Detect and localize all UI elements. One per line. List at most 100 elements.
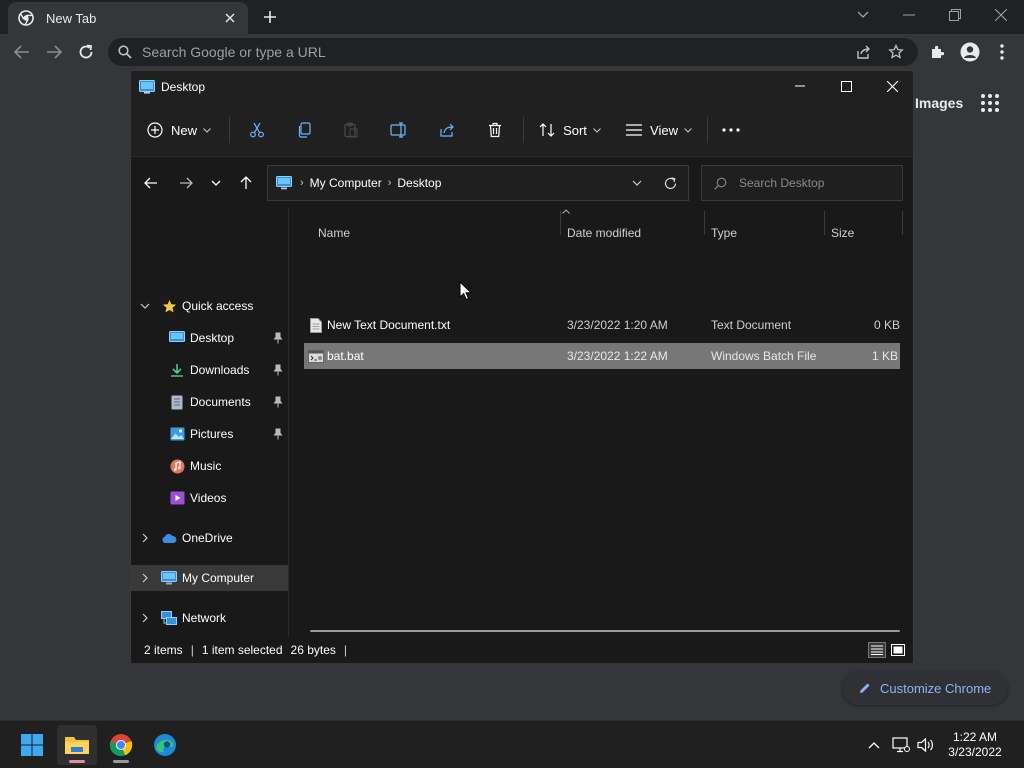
computer-icon [161, 570, 177, 586]
more-vertical-icon [1000, 44, 1004, 60]
chevron-right-icon[interactable] [139, 532, 151, 544]
reload-icon [79, 44, 93, 59]
tab-close-icon[interactable] [222, 10, 238, 26]
column-divider[interactable] [902, 211, 903, 235]
share-icon [440, 123, 454, 137]
file-row[interactable]: bat.bat 3/23/2022 1:22 AM Windows Batch … [304, 343, 900, 369]
sidebar-item-onedrive[interactable]: OneDrive [131, 525, 288, 551]
sidebar-item-network[interactable]: Network [131, 605, 288, 631]
large-icons-view-button[interactable] [889, 642, 907, 658]
omnibox[interactable]: Search Google or type a URL [108, 38, 918, 66]
videos-icon [169, 490, 185, 506]
sidebar-item-desktop[interactable]: Desktop [131, 325, 288, 351]
text-file-icon [310, 312, 322, 338]
windows-logo-icon [21, 734, 43, 756]
explorer-forward-button[interactable] [174, 171, 198, 195]
tab-search-button[interactable] [840, 0, 886, 30]
explorer-search-box[interactable]: Search Desktop [701, 165, 903, 201]
breadcrumb-desktop[interactable]: Desktop [397, 176, 441, 190]
plus-icon [264, 11, 276, 23]
column-header-type[interactable]: Type [711, 223, 737, 243]
rename-button[interactable] [385, 115, 413, 145]
bookmark-star-icon[interactable] [888, 44, 904, 60]
explorer-back-button[interactable] [139, 171, 163, 195]
refresh-icon[interactable] [664, 177, 677, 190]
explorer-command-bar: New Sort View [131, 103, 913, 157]
horizontal-scrollbar[interactable] [310, 630, 900, 632]
share-icon[interactable] [856, 44, 872, 60]
new-button[interactable]: New [143, 115, 215, 145]
column-divider[interactable] [704, 211, 705, 235]
breadcrumb-my-computer[interactable]: My Computer [310, 176, 382, 190]
sidebar-item-videos[interactable]: Videos [131, 485, 288, 511]
cut-button[interactable] [243, 115, 271, 145]
explorer-title-bar[interactable]: Desktop [131, 71, 913, 103]
close-window-button[interactable] [978, 0, 1024, 30]
chevron-right-icon[interactable] [139, 572, 151, 584]
column-divider[interactable] [560, 211, 561, 235]
network-status-button[interactable] [891, 735, 911, 755]
forward-button[interactable] [40, 38, 68, 66]
images-link[interactable]: Images [915, 95, 963, 111]
sidebar-item-quick-access[interactable]: Quick access [131, 293, 288, 319]
address-bar[interactable]: › My Computer › Desktop [267, 165, 689, 201]
view-button[interactable]: View [625, 115, 693, 145]
chevron-right-icon[interactable] [139, 612, 151, 624]
taskbar-edge[interactable] [145, 725, 185, 765]
taskbar-file-explorer[interactable] [57, 725, 97, 765]
recent-locations-button[interactable] [204, 171, 228, 195]
column-header-size[interactable]: Size [831, 223, 854, 243]
sidebar-item-my-computer[interactable]: My Computer [131, 565, 288, 591]
chevron-down-icon[interactable] [139, 300, 151, 312]
address-history-icon[interactable] [632, 180, 642, 186]
column-header-date-modified[interactable]: Date modified [567, 223, 641, 243]
restore-button[interactable] [932, 0, 978, 30]
tab-new-tab[interactable]: New Tab [8, 2, 248, 34]
sort-button[interactable]: Sort [537, 115, 603, 145]
google-apps-icon[interactable] [980, 93, 1000, 113]
explorer-close-button[interactable] [869, 71, 915, 101]
up-button[interactable] [234, 171, 258, 195]
file-row[interactable]: New Text Document.txt 3/23/2022 1:20 AM … [304, 312, 900, 338]
sidebar-item-pictures[interactable]: Pictures [131, 421, 288, 447]
list-view-icon [626, 124, 643, 136]
pictures-icon [169, 426, 185, 442]
chrome-menu-button[interactable] [988, 38, 1016, 66]
minimize-button[interactable] [886, 0, 932, 30]
sidebar-item-documents[interactable]: Documents [131, 389, 288, 415]
share-button[interactable] [433, 115, 461, 145]
start-button[interactable] [12, 725, 52, 765]
profile-button[interactable] [956, 38, 984, 66]
explorer-maximize-button[interactable] [823, 71, 869, 101]
breadcrumb-separator-icon: › [300, 177, 304, 189]
sidebar-item-downloads[interactable]: Downloads [131, 357, 288, 383]
edge-icon [154, 734, 176, 756]
delete-button[interactable] [481, 115, 509, 145]
details-view-button[interactable] [868, 642, 886, 658]
taskbar: 1:22 AM 3/23/2022 [0, 720, 1024, 768]
sort-label: Sort [563, 122, 587, 138]
show-hidden-icons-button[interactable] [864, 735, 884, 755]
taskbar-clock[interactable]: 1:22 AM 3/23/2022 [940, 730, 1010, 760]
documents-icon [169, 394, 185, 410]
see-more-button[interactable] [717, 115, 745, 145]
reload-button[interactable] [72, 38, 100, 66]
chrome-icon [18, 10, 34, 26]
details-view-icon [871, 645, 883, 655]
taskbar-chrome[interactable] [101, 725, 141, 765]
file-size: 1 KB [871, 349, 898, 363]
copy-button[interactable] [291, 115, 319, 145]
column-divider[interactable] [824, 211, 825, 235]
column-header-name[interactable]: Name [318, 223, 350, 243]
new-tab-button[interactable] [258, 6, 282, 28]
volume-button[interactable] [916, 735, 936, 755]
maximize-icon [840, 80, 852, 92]
customize-chrome-button[interactable]: Customize Chrome [842, 671, 1008, 705]
sidebar-item-music[interactable]: Music [131, 453, 288, 479]
sidebar-item-label: Quick access [182, 299, 254, 313]
extensions-button[interactable] [924, 38, 952, 66]
explorer-minimize-button[interactable] [777, 71, 823, 101]
scissors-icon [250, 122, 264, 138]
back-button[interactable] [8, 38, 36, 66]
paste-button[interactable] [337, 115, 365, 145]
